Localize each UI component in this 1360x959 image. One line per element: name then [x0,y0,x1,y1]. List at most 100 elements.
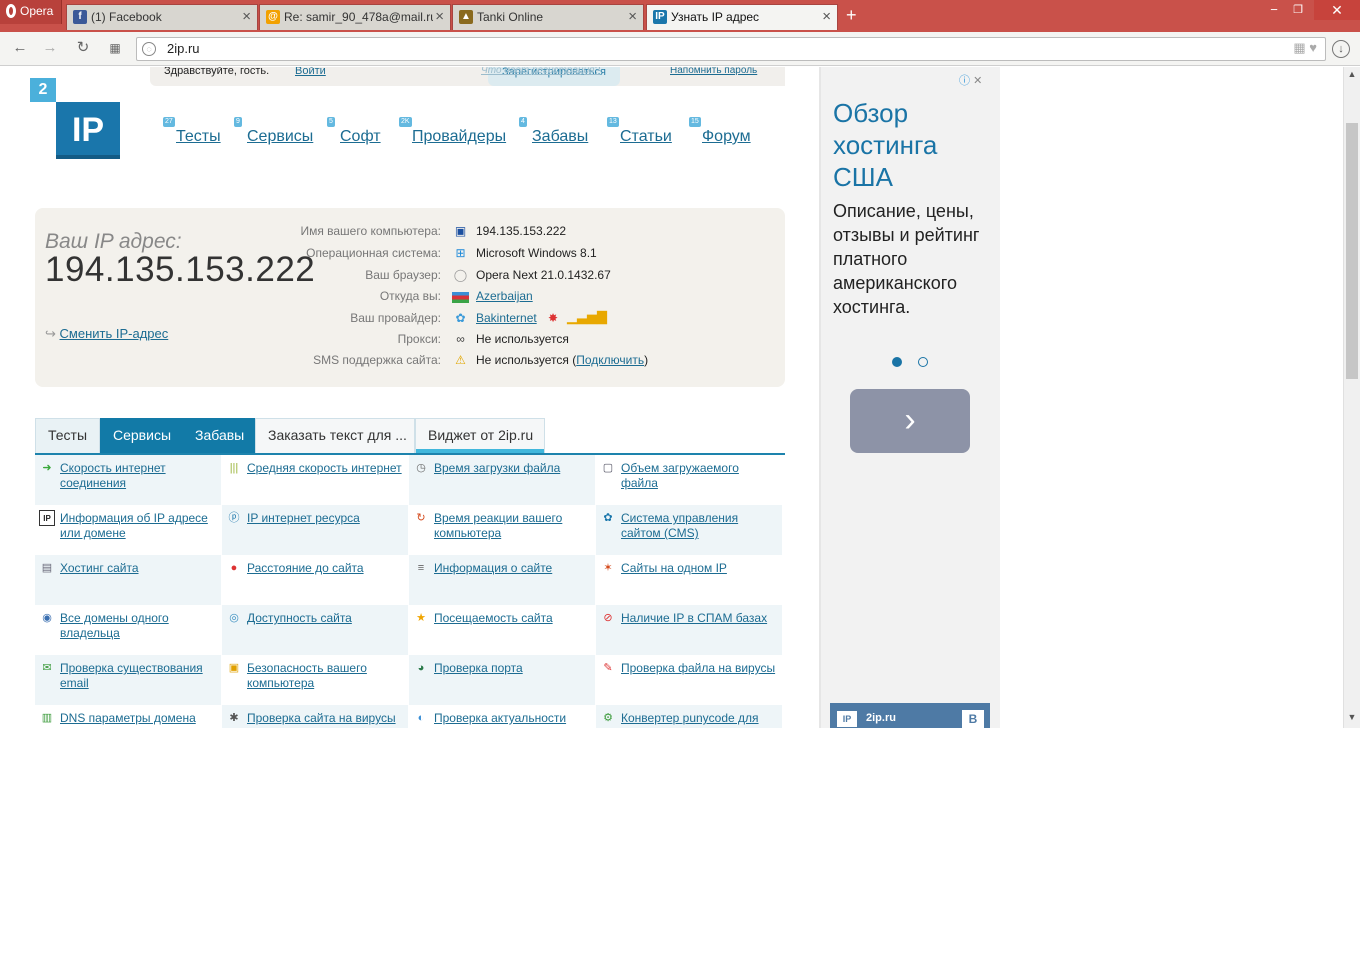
service-link[interactable]: Хостинг сайта [60,561,218,576]
ad-banner[interactable]: ⓘ ✕ Обзор хостинга США Описание, цены, о… [821,67,1000,728]
service-link[interactable]: Объем загружаемого файла [621,461,779,491]
registration-info-link[interactable]: Что дает регистрация? [481,67,600,76]
rating-bars-icon[interactable]: ▁▃▅▇ [567,309,607,325]
maximize-button[interactable]: ❐ [1286,0,1310,20]
service-link[interactable]: Конвертер punycode для [621,711,779,726]
tab-close-icon[interactable]: × [242,5,251,29]
service-item[interactable]: IP Информация об IP адресе или домене [35,505,221,555]
download-icon[interactable]: ↓ [1332,40,1350,58]
service-link[interactable]: Время реакции вашего компьютера [434,511,592,541]
reload-icon[interactable]: ↻ [74,39,92,57]
service-link[interactable]: Проверка актуальности [434,711,592,726]
service-item[interactable]: ⚙ Конвертер punycode для [596,705,782,728]
service-item[interactable]: ◎ Доступность сайта [222,605,408,655]
service-link[interactable]: Все домены одного владельца [60,611,218,641]
back-arrow-icon[interactable]: ← [11,39,29,57]
minimize-button[interactable]: − [1262,0,1286,20]
new-tab-button[interactable]: + [846,4,864,28]
service-link[interactable]: Сайты на одном IP [621,561,779,576]
service-item[interactable]: ★ Посещаемость сайта [409,605,595,655]
provider-link[interactable]: Bakinternet [476,311,537,325]
scroll-thumb[interactable] [1346,123,1358,379]
service-item[interactable]: ✱ Проверка сайта на вирусы [222,705,408,728]
service-link[interactable]: Система управления сайтом (CMS) [621,511,779,541]
service-item[interactable]: ◉ Все домены одного владельца [35,605,221,655]
service-item[interactable]: ✉ Проверка существования email [35,655,221,705]
service-item[interactable]: ▤ Хостинг сайта [35,555,221,605]
ad-next-button[interactable]: › [850,389,970,453]
change-ip-link[interactable]: ↪ Сменить IP-адрес [45,326,168,342]
tab-order-text[interactable]: Заказать текст для ... [255,418,415,453]
tab-fun[interactable]: Забавы [182,418,255,453]
service-link[interactable]: Проверка порта [434,661,592,676]
service-link[interactable]: Проверка файла на вирусы [621,661,779,676]
scroll-up-icon[interactable]: ▲ [1344,69,1360,83]
service-item[interactable]: ||| Средняя скорость интернет [222,455,408,505]
close-window-button[interactable]: ✕ [1314,0,1360,20]
service-link[interactable]: Скорость интернет соединения [60,461,218,491]
opera-menu-button[interactable]: Opera [0,0,62,24]
logo-number[interactable]: 2 [30,78,56,102]
browser-tab-2ip[interactable]: IP Узнать IP адрес × [646,4,838,30]
sms-connect-link[interactable]: Подключить [576,353,644,367]
ad-title[interactable]: Обзор хостинга США [833,97,993,193]
login-link[interactable]: Войти [295,67,326,77]
nav-tests[interactable]: 27 Тесты [163,117,221,146]
vk-widget[interactable]: IP 2ip.ru В [830,703,990,728]
service-link[interactable]: Средняя скорость интернет [247,461,405,476]
browser-tab-mail[interactable]: @ Re: samir_90_478a@mail.ru × [259,4,451,30]
service-link[interactable]: Наличие IP в СПАМ базах [621,611,779,626]
nav-services[interactable]: 9 Сервисы [234,117,313,146]
service-link[interactable]: Время загрузки файла [434,461,592,476]
service-item[interactable]: ✿ Система управления сайтом (CMS) [596,505,782,555]
logo[interactable]: IP [56,102,120,159]
tab-services[interactable]: Сервисы [100,418,182,453]
service-item[interactable]: ◷ Время загрузки файла [409,455,595,505]
service-item[interactable]: ⓟ IP интернет ресурса [222,505,408,555]
nav-forum[interactable]: 15 Форум [689,117,751,146]
tab-widget[interactable]: Виджет от 2ip.ru [415,418,545,453]
speed-dial-grid-icon[interactable]: ▦ [106,39,124,57]
service-link[interactable]: Безопасность вашего компьютера [247,661,405,691]
carousel-dot-active[interactable] [892,357,902,367]
service-item[interactable]: ▥ DNS параметры домена [35,705,221,728]
service-link[interactable]: Проверка существования email [60,661,218,691]
service-item[interactable]: ≡ Информация о сайте [409,555,595,605]
page-scrollbar[interactable]: ▲ ▼ [1343,67,1360,728]
ad-info-icon[interactable]: ⓘ [959,75,970,87]
nav-soft[interactable]: 5 Софт [327,117,381,146]
nav-providers[interactable]: 2K Провайдеры [399,117,506,146]
service-item[interactable]: ✎ Проверка файла на вирусы [596,655,782,705]
service-item[interactable]: ◕ Проверка порта [409,655,595,705]
remind-password-link[interactable]: Напомнить пароль [670,67,757,76]
forward-arrow-icon[interactable]: → [41,39,59,57]
nav-articles[interactable]: 13 Статьи [607,117,672,146]
tab-close-icon[interactable]: × [822,5,831,29]
ad-close-icon[interactable]: ✕ [973,75,982,87]
country-link[interactable]: Azerbaijan [476,289,533,303]
service-item[interactable]: ↻ Время реакции вашего компьютера [409,505,595,555]
scroll-down-icon[interactable]: ▼ [1344,712,1360,726]
tab-close-icon[interactable]: × [628,5,637,29]
service-link[interactable]: IP интернет ресурса [247,511,405,526]
url-field[interactable]: ◌ 2ip.ru ▦ ♥ [136,37,1326,61]
service-item[interactable]: ➜ Скорость интернет соединения [35,455,221,505]
tab-tests[interactable]: Тесты [35,418,100,453]
service-item[interactable]: ✶ Сайты на одном IP [596,555,782,605]
stash-heart-icon[interactable]: ▦ ♥ [1293,40,1317,56]
service-link[interactable]: Посещаемость сайта [434,611,592,626]
service-item[interactable]: ▢ Объем загружаемого файла [596,455,782,505]
service-link[interactable]: Информация о сайте [434,561,592,576]
browser-tab-tanki[interactable]: ▲ Tanki Online × [452,4,644,30]
service-item[interactable]: ⊘ Наличие IP в СПАМ базах [596,605,782,655]
service-link[interactable]: Расстояние до сайта [247,561,405,576]
service-item[interactable]: ◐ Проверка актуальности [409,705,595,728]
service-item[interactable]: ● Расстояние до сайта [222,555,408,605]
service-item[interactable]: ▣ Безопасность вашего компьютера [222,655,408,705]
bug-icon[interactable]: ✸ [548,311,558,325]
nav-fun[interactable]: 4 Забавы [519,117,588,146]
browser-tab-facebook[interactable]: f (1) Facebook × [66,4,258,30]
tab-close-icon[interactable]: × [433,5,444,29]
carousel-dot[interactable] [918,357,928,367]
service-link[interactable]: Информация об IP адресе или домене [60,511,218,541]
